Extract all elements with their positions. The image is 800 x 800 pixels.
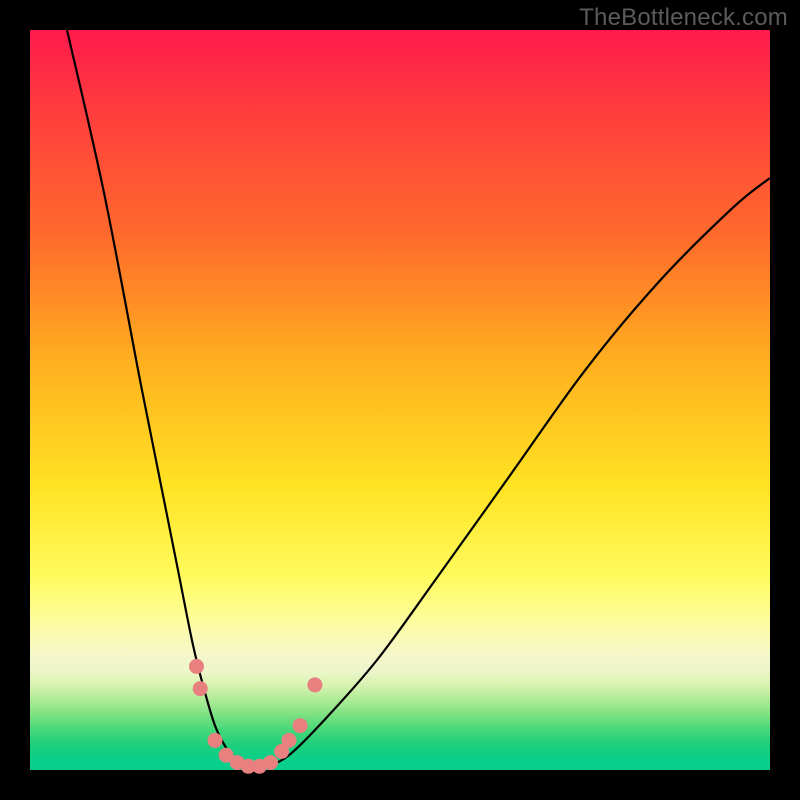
curve-marker [307, 677, 322, 692]
watermark-text: TheBottleneck.com [579, 4, 788, 32]
curve-marker [189, 659, 204, 674]
curve-markers [189, 659, 322, 774]
curve-marker [293, 718, 308, 733]
bottleneck-curve [67, 30, 770, 770]
curve-marker [263, 755, 278, 770]
chart-frame: TheBottleneck.com [0, 0, 800, 800]
curve-marker [208, 733, 223, 748]
curve-svg [30, 30, 770, 770]
curve-marker [193, 681, 208, 696]
curve-marker [282, 733, 297, 748]
plot-area [30, 30, 770, 770]
